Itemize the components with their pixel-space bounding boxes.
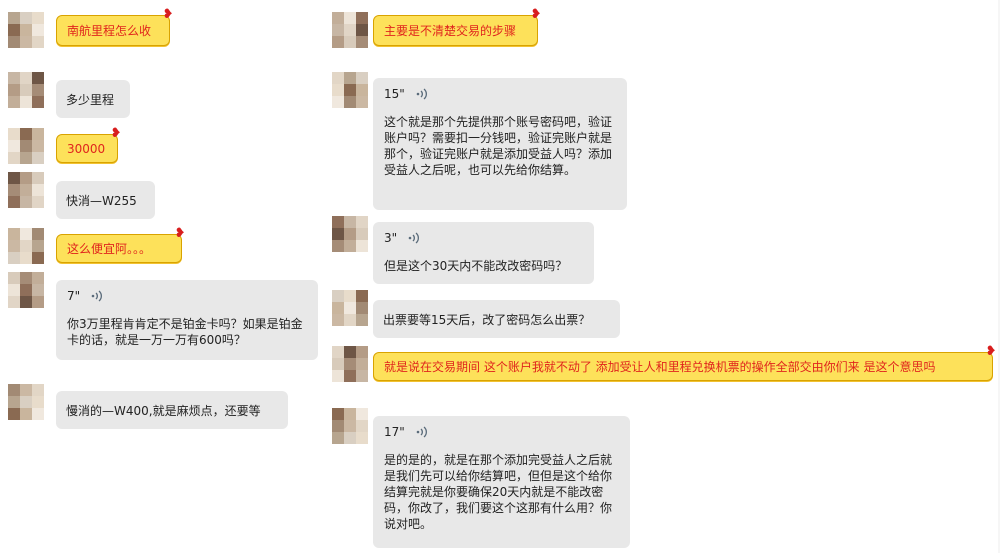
heart-icon: ❥ <box>110 126 122 141</box>
avatar[interactable] <box>332 408 368 444</box>
avatar[interactable] <box>8 172 44 208</box>
sound-wave-icon[interactable] <box>415 425 429 439</box>
heart-icon: ❥ <box>174 226 186 241</box>
voice-header: 15" <box>384 86 617 102</box>
message-bubble[interactable]: 多少里程 <box>56 80 130 118</box>
avatar[interactable] <box>332 12 368 48</box>
message-bubble[interactable]: 主要是不清楚交易的步骤 ❥ <box>373 8 541 46</box>
voice-transcript: 这个就是那个先提供那个账号密码吧，验证账户吗？需要扣一分钱吧，验证完账户就是那个… <box>384 115 613 177</box>
avatar[interactable] <box>332 290 368 326</box>
avatar[interactable] <box>8 128 44 164</box>
voice-message-bubble[interactable]: 3" 但是这个30天内不能改改密码吗？ <box>373 222 594 284</box>
message-text: 南航里程怎么收 <box>67 24 152 38</box>
voice-duration: 7" <box>67 289 81 303</box>
voice-header: 7" <box>67 288 308 304</box>
voice-header: 3" <box>384 230 584 246</box>
message-text: 慢消的—W400,就是麻烦点，还要等 <box>66 403 261 418</box>
voice-duration: 17" <box>384 425 405 439</box>
message-text: 就是说在交易期间 这个账户我就不动了 添加受让人和里程兑换机票的操作全部交由你们… <box>384 360 936 374</box>
message-bubble[interactable]: 南航里程怎么收 ❥ <box>56 8 173 46</box>
voice-message-bubble[interactable]: 17" 是的是的，就是在那个添加完受益人之后就是我们先可以给你结算吧，但但是这个… <box>373 416 630 548</box>
message-bubble[interactable]: 快消—W255 <box>56 181 155 219</box>
voice-transcript: 但是这个30天内不能改改密码吗？ <box>384 259 568 273</box>
avatar[interactable] <box>8 384 44 420</box>
message-text: 出票要等15天后，改了密码怎么出票？ <box>383 312 591 327</box>
voice-header: 17" <box>384 424 620 440</box>
avatar[interactable] <box>332 72 368 108</box>
heart-icon: ❥ <box>530 7 542 22</box>
heart-icon: ❥ <box>985 344 997 359</box>
voice-duration: 3" <box>384 231 398 245</box>
message-bubble[interactable]: 出票要等15天后，改了密码怎么出票？ <box>373 300 620 338</box>
avatar[interactable] <box>332 346 368 382</box>
message-bubble[interactable]: 慢消的—W400,就是麻烦点，还要等 <box>56 391 288 429</box>
message-bubble[interactable]: 30000 ❥ <box>56 127 121 163</box>
sound-wave-icon[interactable] <box>407 231 421 245</box>
message-bubble[interactable]: 就是说在交易期间 这个账户我就不动了 添加受让人和里程兑换机票的操作全部交由你们… <box>373 345 996 381</box>
avatar[interactable] <box>332 216 368 252</box>
sound-wave-icon[interactable] <box>415 87 429 101</box>
voice-message-bubble[interactable]: 15" 这个就是那个先提供那个账号密码吧，验证账户吗？需要扣一分钱吧，验证完账户… <box>373 78 627 210</box>
avatar[interactable] <box>8 272 44 308</box>
message-text: 多少里程 <box>66 92 115 107</box>
message-text: 30000 <box>67 141 106 156</box>
message-text: 主要是不清楚交易的步骤 <box>384 24 517 38</box>
message-text: 这么便宜阿。。。 <box>67 242 152 256</box>
heart-icon: ❥ <box>162 7 174 22</box>
voice-message-bubble[interactable]: 7" 你3万里程肯肯定不是铂金卡吗？如果是铂金卡的话，就是一万一万有600吗？ <box>56 280 318 360</box>
avatar[interactable] <box>8 12 44 48</box>
message-text: 快消—W255 <box>66 193 137 208</box>
avatar[interactable] <box>8 228 44 264</box>
message-bubble[interactable]: 这么便宜阿。。。 ❥ <box>56 227 185 263</box>
avatar[interactable] <box>8 72 44 108</box>
sound-wave-icon[interactable] <box>90 289 104 303</box>
voice-duration: 15" <box>384 87 405 101</box>
voice-transcript: 你3万里程肯肯定不是铂金卡吗？如果是铂金卡的话，就是一万一万有600吗？ <box>67 317 303 347</box>
voice-transcript: 是的是的，就是在那个添加完受益人之后就是我们先可以给你结算吧，但但是这个给你结算… <box>384 453 613 531</box>
